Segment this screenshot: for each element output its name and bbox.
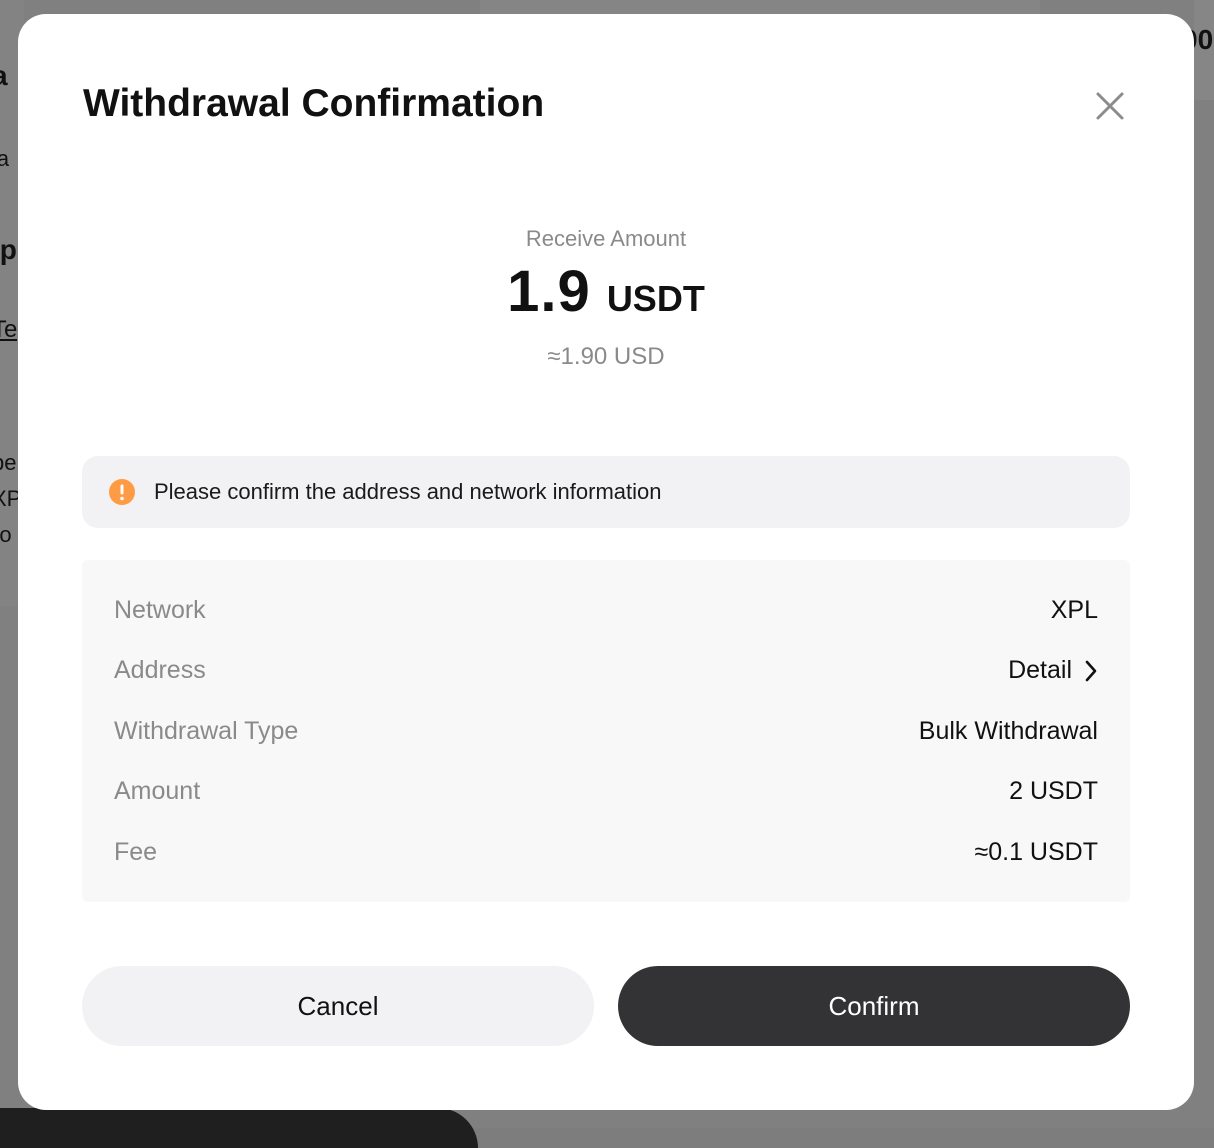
receive-amount-row: 1.9 USDT	[18, 258, 1194, 325]
detail-value: Bulk Withdrawal	[919, 717, 1098, 746]
confirmation-notice: Please confirm the address and network i…	[82, 456, 1130, 528]
close-button[interactable]	[1090, 84, 1130, 128]
background-text-fragment: be	[0, 450, 16, 476]
background-link-fragment: Te	[0, 316, 17, 344]
confirm-button[interactable]: Confirm	[618, 966, 1130, 1046]
address-detail-text: Detail	[1008, 656, 1072, 685]
close-icon	[1095, 91, 1125, 121]
receive-amount-currency: USDT	[607, 278, 705, 320]
modal-title: Withdrawal Confirmation	[83, 82, 544, 126]
address-detail-link[interactable]: Detail	[1008, 656, 1098, 685]
detail-row-withdrawal-type: Withdrawal Type Bulk Withdrawal	[114, 701, 1098, 762]
detail-label: Fee	[114, 838, 157, 867]
detail-label: Withdrawal Type	[114, 717, 298, 746]
background-text-fragment: ip	[0, 234, 17, 266]
background-text-fragment: a	[0, 60, 8, 92]
detail-value: XPL	[1051, 596, 1098, 625]
detail-row-network: Network XPL	[114, 580, 1098, 641]
detail-value: ≈0.1 USDT	[975, 838, 1098, 867]
cancel-button[interactable]: Cancel	[82, 966, 594, 1046]
background-bottom-bar	[0, 1108, 478, 1148]
withdrawal-confirmation-modal: Withdrawal Confirmation Receive Amount 1…	[18, 14, 1194, 1110]
background-top-panel	[480, 0, 1040, 14]
background-text-fragment: la	[0, 146, 9, 172]
receive-amount-value: 1.9	[507, 258, 591, 325]
chevron-right-icon	[1084, 660, 1098, 682]
receive-amount-section: Receive Amount 1.9 USDT ≈1.90 USD	[18, 226, 1194, 371]
detail-value: 2 USDT	[1009, 777, 1098, 806]
detail-label: Address	[114, 656, 206, 685]
notice-text: Please confirm the address and network i…	[154, 479, 661, 505]
receive-usd-equivalent: ≈1.90 USD	[18, 343, 1194, 371]
detail-row-address: Address Detail	[114, 641, 1098, 702]
detail-row-fee: Fee ≈0.1 USDT	[114, 822, 1098, 883]
warning-icon	[108, 478, 136, 506]
receive-amount-label: Receive Amount	[18, 226, 1194, 252]
withdrawal-details: Network XPL Address Detail Withdrawal Ty…	[82, 560, 1130, 902]
detail-label: Network	[114, 596, 206, 625]
detail-label: Amount	[114, 777, 200, 806]
background-text-fragment: ro	[0, 522, 12, 548]
detail-row-amount: Amount 2 USDT	[114, 762, 1098, 823]
